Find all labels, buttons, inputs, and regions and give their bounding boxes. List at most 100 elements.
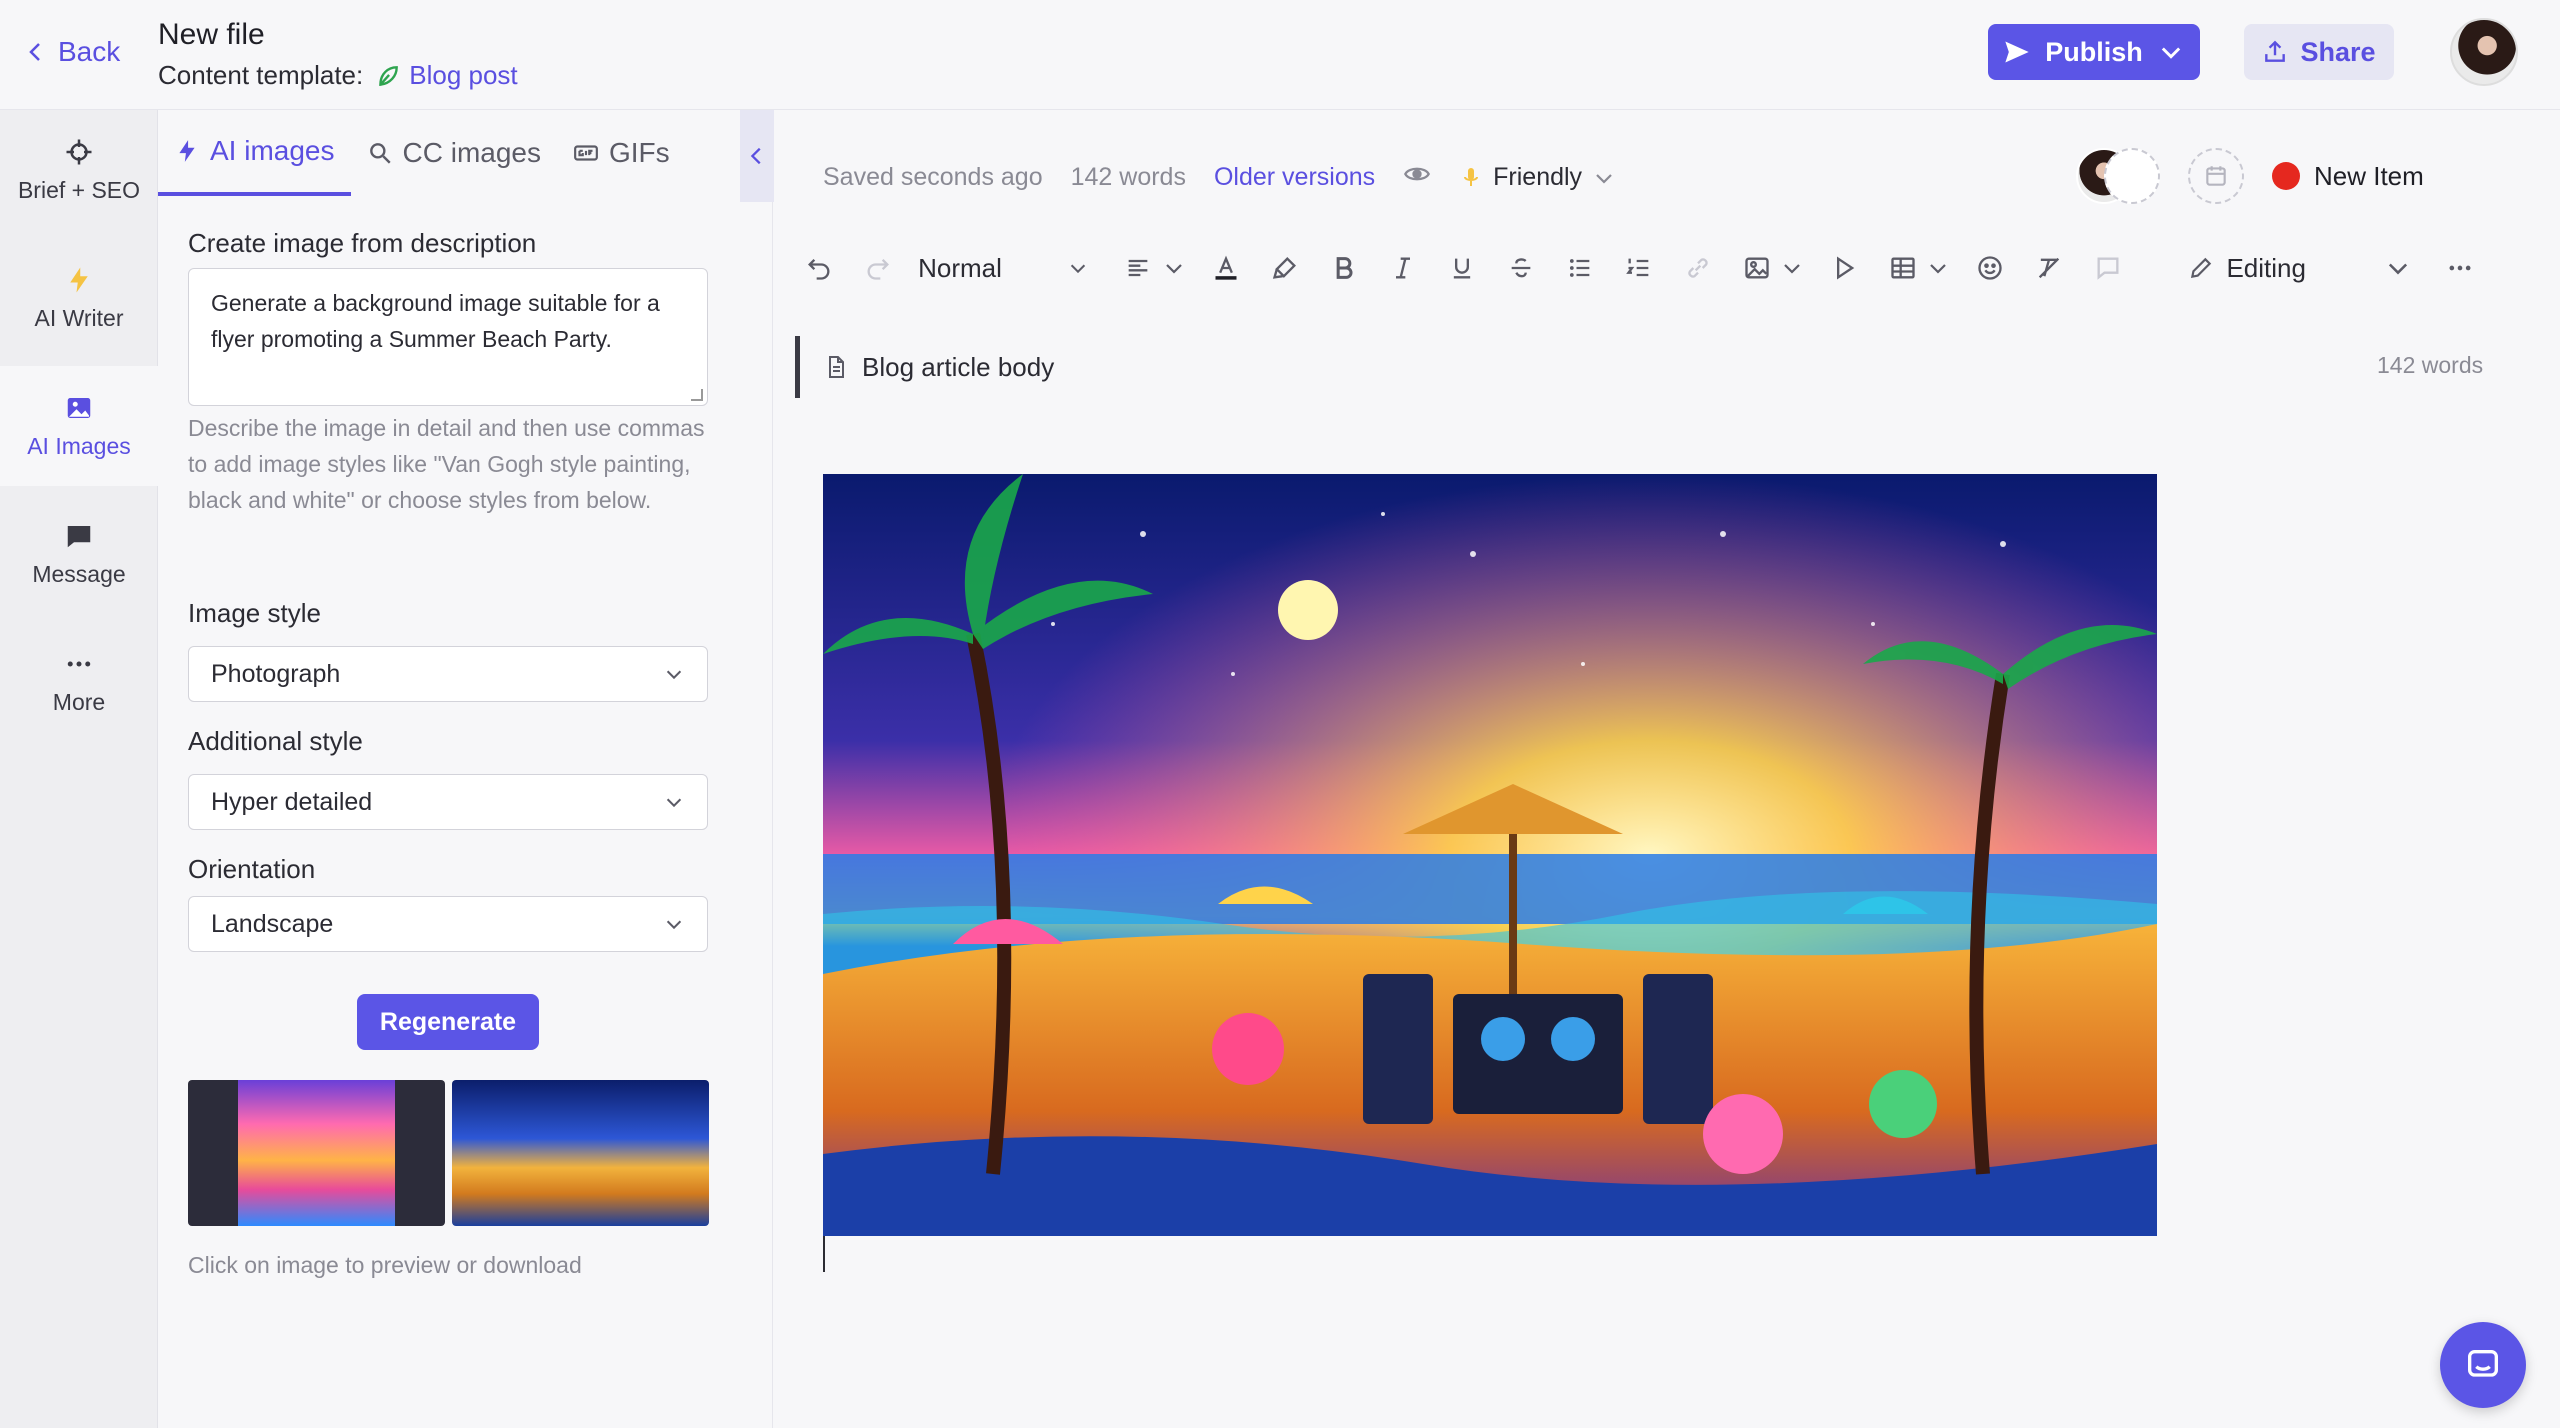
table-icon [1891,257,1915,279]
italic-button[interactable] [1384,248,1422,288]
panel-tabs: AI images CC images GIFs [158,110,738,196]
tab-label: CC images [402,137,541,168]
search-icon [369,143,391,164]
preview-button[interactable] [1403,160,1431,195]
lightning-icon [70,267,88,292]
chevron-down-icon [1930,264,1947,274]
microphone-icon [1464,167,1479,186]
ellipsis-icon [2449,265,2471,271]
rail-item-ai-writer[interactable]: AI Writer [0,238,158,358]
generated-image-thumbnail-1[interactable] [188,1080,445,1226]
document-icon [829,356,844,378]
align-button[interactable] [1119,248,1157,288]
strikethrough-button[interactable] [1502,248,1540,288]
tone-select[interactable]: Friendly [1459,163,1616,192]
editing-mode-select[interactable]: Editing [2188,253,2378,284]
generated-beach-party-image[interactable] [823,474,2157,1236]
tab-ai-images[interactable]: AI images [158,110,351,196]
rail-item-more[interactable]: More [0,622,158,742]
text-color-button[interactable] [1207,248,1245,288]
insert-image-button[interactable] [1738,248,1776,288]
italic-icon [1395,257,1410,279]
chat-bubble-icon [2468,1350,2498,1377]
chevron-down-icon [666,798,682,808]
orientation-value: Landscape [211,909,334,938]
paragraph-style-select[interactable]: Normal [918,253,1089,284]
image-style-select[interactable]: Photograph [188,646,708,702]
insert-video-button[interactable] [1825,248,1863,288]
lightning-icon [179,140,195,162]
paragraph-style-value: Normal [918,252,1002,283]
chevron-left-icon [750,147,761,165]
share-button[interactable]: Share [2244,24,2394,80]
insert-image-dropdown[interactable] [1780,248,1804,288]
publish-button[interactable]: Publish [1988,24,2200,80]
generated-image-thumbnail-2[interactable] [452,1080,709,1226]
underline-button[interactable] [1443,248,1481,288]
file-title: New file [158,18,265,51]
bold-button[interactable] [1325,248,1363,288]
section-header[interactable]: Blog article body [795,336,1054,398]
rail-item-ai-images[interactable]: AI Images [0,366,158,486]
emoji-button[interactable] [1971,248,2009,288]
text-caret [823,1236,825,1272]
orientation-label: Orientation [188,854,316,884]
support-chat-button[interactable] [2440,1322,2526,1408]
tab-cc-images[interactable]: CC images [351,110,557,196]
bullet-list-button[interactable] [1561,248,1599,288]
tab-label: GIFs [608,137,670,168]
leaf-icon [379,65,399,86]
top-header: Back New file Content template: Blog pos… [0,0,2560,110]
send-icon [2005,41,2029,63]
comment-button[interactable] [2089,248,2127,288]
rail-item-label: Message [32,560,126,587]
calendar-icon [2206,166,2226,186]
clear-format-icon [2039,257,2060,279]
rail-item-label: Brief + SEO [17,176,141,203]
additional-style-select[interactable]: Hyper detailed [188,774,708,830]
crosshair-icon [66,139,92,164]
insert-table-dropdown[interactable] [1926,248,1950,288]
chat-icon [67,525,91,547]
gif-icon [574,145,598,161]
chevron-down-icon [2161,47,2180,59]
clear-formatting-button[interactable] [2030,248,2068,288]
link-button[interactable] [1679,248,1717,288]
rail-item-message[interactable]: Message [0,494,158,614]
image-description-textarea[interactable]: Generate a background image suitable for… [188,268,708,406]
regenerate-button[interactable]: Regenerate [357,994,539,1050]
highlight-button[interactable] [1266,248,1304,288]
rail-item-brief-seo[interactable]: Brief + SEO [0,110,158,230]
more-options-button[interactable] [2441,248,2479,288]
collapse-panel-button[interactable] [740,110,774,202]
redo-button[interactable] [859,248,897,288]
schedule-button[interactable] [2188,148,2244,204]
resize-handle[interactable] [691,389,703,401]
beach-party-artwork [823,474,2157,1236]
add-collaborator-button[interactable] [2104,148,2160,204]
undo-button[interactable] [800,248,838,288]
back-button[interactable]: Back [24,36,120,68]
tab-gifs[interactable]: GIFs [557,110,686,196]
publish-label: Publish [2045,36,2143,67]
text-color-icon [1215,255,1237,280]
status-new-item[interactable]: New Item [2272,161,2424,192]
tab-label: AI images [210,135,335,166]
highlighter-icon [1272,257,1296,279]
undo-icon [808,259,830,280]
orientation-select[interactable]: Landscape [188,896,708,952]
left-rail: Brief + SEO AI Writer AI Images Message … [0,110,158,1428]
saved-status: Saved seconds ago [823,163,1043,191]
template-link[interactable]: Blog post [375,60,518,91]
older-versions-link[interactable]: Older versions [1214,163,1375,192]
create-image-label: Create image from description [188,228,537,258]
insert-table-button[interactable] [1884,248,1922,288]
align-dropdown[interactable] [1162,248,1186,288]
redo-icon [867,259,890,280]
user-avatar[interactable] [2450,18,2518,86]
numbered-list-button[interactable] [1620,248,1658,288]
rail-item-label: More [52,688,106,715]
thumbnail-caption: Click on image to preview or download [188,1252,582,1278]
editing-mode-dropdown[interactable] [2379,248,2417,288]
chevron-down-icon [2388,263,2407,275]
